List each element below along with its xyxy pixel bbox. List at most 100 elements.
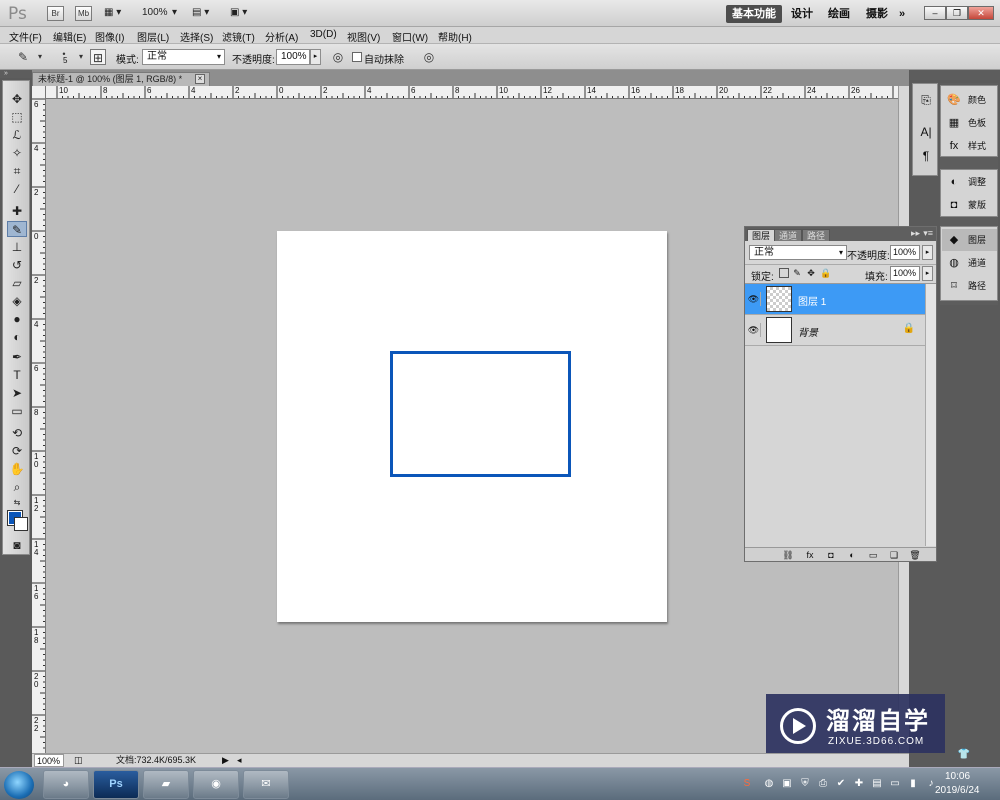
- tray-app-icon[interactable]: ▣: [780, 777, 794, 791]
- dock-item-swatches[interactable]: ▦ 色板: [942, 112, 997, 134]
- panel-dock-header[interactable]: [910, 70, 1000, 80]
- workspace-photography[interactable]: 摄影: [860, 5, 894, 23]
- menu-3d[interactable]: 3D(D): [310, 29, 337, 40]
- clock-date[interactable]: 2019/6/24: [935, 785, 980, 796]
- lock-all-icon[interactable]: 🔒: [820, 268, 831, 278]
- taskbar-wechat-icon[interactable]: ✉: [243, 770, 289, 799]
- taskbar-color-app-icon[interactable]: ◕: [43, 770, 89, 799]
- menu-layer[interactable]: 图层(L): [137, 29, 169, 44]
- history-brush-tool-icon[interactable]: ↺: [7, 257, 27, 273]
- blend-mode-select[interactable]: 正常 ▾: [749, 245, 847, 260]
- clock-time[interactable]: 10:06: [945, 771, 970, 782]
- collapse-panel-icon[interactable]: ▸▸: [911, 228, 920, 239]
- layers-scrollbar[interactable]: [925, 284, 936, 546]
- layer-opacity-arrow-icon[interactable]: ▸: [922, 245, 933, 260]
- taskbar-browser-icon[interactable]: ◉: [193, 770, 239, 799]
- layer-row-background[interactable]: 👁 背景 🔒: [745, 315, 925, 346]
- clone-stamp-tool-icon[interactable]: ⊥: [7, 239, 27, 255]
- add-layer-style-fx-icon[interactable]: fx: [803, 549, 817, 561]
- brush-panel-icon[interactable]: ⊞: [90, 49, 106, 65]
- quick-selection-tool-icon[interactable]: ✧: [7, 145, 27, 161]
- document-tab[interactable]: 未标题-1 @ 100% (图层 1, RGB/8) * ×: [32, 72, 210, 86]
- menu-image[interactable]: 图像(I): [95, 29, 124, 44]
- layer-row-layer1[interactable]: 👁 图层 1: [745, 284, 925, 315]
- lasso-tool-icon[interactable]: ℒ: [7, 127, 27, 143]
- tray-chat-icon[interactable]: ◍: [762, 777, 776, 791]
- type-tool-icon[interactable]: T: [7, 367, 27, 383]
- tray-sogou-icon[interactable]: S: [740, 777, 754, 791]
- paragraph-panel-icon[interactable]: ¶: [918, 148, 934, 164]
- tab-layers[interactable]: 图层: [747, 229, 776, 241]
- arrange-documents-dropdown[interactable]: ▤ ▾: [192, 7, 209, 18]
- view-extras-dropdown[interactable]: ▦ ▾: [104, 7, 130, 18]
- opacity-input[interactable]: 100%: [276, 49, 310, 65]
- pencil-tool-icon[interactable]: ✎: [7, 221, 27, 237]
- menu-window[interactable]: 窗口(W): [392, 29, 428, 44]
- vertical-ruler[interactable]: 6 4 2 0 2 4 6 8 1 0 1 2 1 4 1 6 1 8 2 0 2 2: [32, 86, 46, 753]
- opacity-slider-arrow-icon[interactable]: ▸: [310, 49, 321, 65]
- auto-erase-checkbox[interactable]: [352, 52, 362, 62]
- add-mask-icon[interactable]: ◘: [824, 549, 838, 561]
- tray-signal-icon[interactable]: ▮: [906, 777, 920, 791]
- fill-input[interactable]: 100%: [890, 266, 920, 281]
- menu-view[interactable]: 视图(V): [347, 29, 380, 44]
- eraser-tool-icon[interactable]: ▱: [7, 275, 27, 291]
- restore-button[interactable]: ❐: [946, 6, 968, 20]
- character-panel-icon[interactable]: A|: [918, 124, 934, 140]
- delete-layer-trash-icon[interactable]: 🗑: [908, 549, 922, 561]
- path-selection-tool-icon[interactable]: ➤: [7, 385, 27, 401]
- taskbar-folder-icon[interactable]: ▰: [143, 770, 189, 799]
- mini-bridge-button[interactable]: Mb: [75, 6, 92, 21]
- screen-mode-dropdown[interactable]: ▣ ▾: [230, 7, 247, 18]
- workspace-design[interactable]: 设计: [785, 5, 819, 23]
- layers-panel-header[interactable]: 图层 通道 路径 ▸▸ ▾≡: [745, 227, 936, 241]
- tablet-pressure-size-icon[interactable]: ◎: [421, 49, 437, 65]
- background-color-swatch[interactable]: [14, 517, 28, 531]
- move-tool-icon[interactable]: ✥: [7, 91, 27, 107]
- fill-arrow-icon[interactable]: ▸: [922, 266, 933, 281]
- preset-chevron-down-icon[interactable]: ▾: [32, 49, 48, 65]
- hand-tool-icon[interactable]: ✋: [7, 461, 27, 477]
- tray-network-icon[interactable]: ▤: [870, 777, 884, 791]
- dock-item-channels[interactable]: ◍ 通道: [942, 252, 997, 274]
- workspace-essentials[interactable]: 基本功能: [726, 5, 782, 23]
- tray-shield-icon[interactable]: ✔: [834, 777, 848, 791]
- dock-item-paths[interactable]: ⌑ 路径: [942, 275, 997, 297]
- zoom-chevron-down-icon[interactable]: ▾: [172, 7, 177, 18]
- dock-item-styles[interactable]: fx 样式: [942, 135, 997, 157]
- layer-opacity-input[interactable]: 100%: [890, 245, 920, 260]
- dodge-tool-icon[interactable]: ◐: [7, 329, 27, 345]
- pencil-tool-preset-icon[interactable]: ✎: [15, 49, 31, 65]
- blur-tool-icon[interactable]: ●: [7, 311, 27, 327]
- visibility-eye-icon[interactable]: 👁: [747, 292, 761, 306]
- brush-chevron-down-icon[interactable]: ▾: [73, 49, 89, 65]
- menu-help[interactable]: 帮助(H): [438, 29, 472, 44]
- lock-position-move-icon[interactable]: ✥: [806, 268, 816, 278]
- 3d-orbit-tool-icon[interactable]: ⟳: [7, 443, 27, 459]
- menu-filter[interactable]: 滤镜(T): [222, 29, 255, 44]
- menu-file[interactable]: 文件(F): [9, 29, 42, 44]
- tray-shirt-icon[interactable]: 👕: [957, 748, 971, 762]
- 3d-rotate-tool-icon[interactable]: ⟲: [7, 425, 27, 441]
- start-button[interactable]: [4, 771, 34, 799]
- tab-channels[interactable]: 通道: [774, 229, 803, 241]
- new-group-folder-icon[interactable]: ▭: [866, 549, 880, 561]
- marquee-tool-icon[interactable]: ⬚: [7, 109, 27, 125]
- menu-analysis[interactable]: 分析(A): [265, 29, 298, 44]
- tray-security-icon[interactable]: ⛨: [798, 777, 812, 791]
- tray-battery-icon[interactable]: ▭: [888, 777, 902, 791]
- history-panel-icon[interactable]: ⎘: [918, 92, 934, 108]
- horizontal-scroll-left-icon[interactable]: ◂: [237, 754, 242, 767]
- dock-item-adjustments[interactable]: ◐ 调整: [942, 171, 997, 193]
- horizontal-ruler[interactable]: 10 8 6 4 2 0 2 4 6 8 10 12 14 16 18 20 22 24 26: [46, 86, 898, 99]
- paint-bucket-tool-icon[interactable]: ◈: [7, 293, 27, 309]
- lock-transparent-icon[interactable]: [779, 268, 789, 278]
- taskbar-photoshop[interactable]: Ps: [93, 770, 139, 799]
- lock-image-brush-icon[interactable]: ✎: [792, 268, 802, 278]
- menu-select[interactable]: 选择(S): [180, 29, 213, 44]
- rectangle-shape-tool-icon[interactable]: ▭: [7, 403, 27, 419]
- quick-mask-icon[interactable]: ◙: [7, 537, 27, 553]
- menu-edit[interactable]: 编辑(E): [53, 29, 86, 44]
- workspace-painting[interactable]: 绘画: [822, 5, 856, 23]
- dock-item-masks[interactable]: ◘ 蒙版: [942, 194, 997, 216]
